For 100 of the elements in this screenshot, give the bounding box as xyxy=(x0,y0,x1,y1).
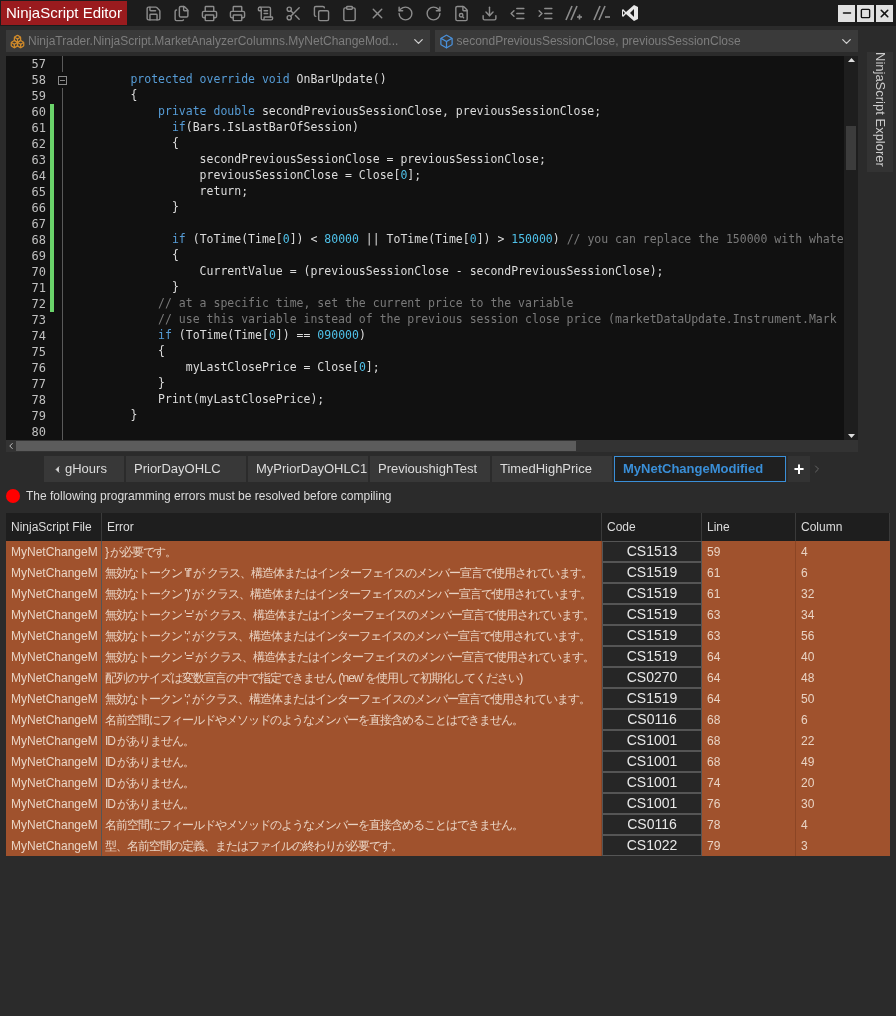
code-line: private double secondPreviousSessionClose, previousSessionClose; xyxy=(157,103,602,121)
collapse-toggle[interactable] xyxy=(57,75,67,85)
error-message: The following programming errors must be resolved before compiling xyxy=(26,488,392,505)
line-number: 79 xyxy=(30,408,46,425)
line-number: 76 xyxy=(30,360,46,377)
code-line: { xyxy=(170,135,179,153)
code-cell: CS1519 xyxy=(602,583,702,604)
line-number: 64 xyxy=(30,168,46,185)
vertical-scrollbar[interactable] xyxy=(844,56,858,440)
file-tab[interactable]: PriorDayOHLC xyxy=(126,456,246,482)
code-cell: CS1001 xyxy=(602,730,702,751)
code-cell: CS1519 xyxy=(602,646,702,667)
column-cell-text: 56 xyxy=(800,627,816,645)
scroll-left-icon[interactable] xyxy=(6,441,16,451)
column-cell-text: 50 xyxy=(800,690,816,708)
code-line: CurrentValue = (previousSessionClose - secondPreviousSessionClose); xyxy=(198,263,664,281)
line-number: 57 xyxy=(30,56,46,73)
scroll-down-icon[interactable] xyxy=(847,434,855,438)
close-button[interactable] xyxy=(876,4,893,22)
code-cell: CS1001 xyxy=(602,793,702,814)
line-number: 58 xyxy=(30,72,46,89)
maximize-icon xyxy=(860,7,871,19)
code-cell: CS0116 xyxy=(602,709,702,730)
line-number: 65 xyxy=(30,184,46,201)
code-line: } xyxy=(170,199,179,217)
code-line: // at a specific time, set the current price to the variable xyxy=(157,295,574,313)
code-line: protected override void OnBarUpdate() xyxy=(129,71,387,89)
column-cell-text: 20 xyxy=(800,774,816,792)
file-cell: MyNetChangeM xyxy=(6,835,102,856)
horizontal-scrollbar[interactable] xyxy=(6,440,858,452)
column-cell-text: 22 xyxy=(800,732,816,750)
line-number: 63 xyxy=(30,152,46,169)
file-tab[interactable]: PrevioushighTest xyxy=(370,456,490,482)
code-line: { xyxy=(129,87,138,105)
code-cell: CS0270 xyxy=(602,667,702,688)
column-cell-text: 4 xyxy=(800,543,809,561)
column-cell-text: 49 xyxy=(800,753,816,771)
line-number: 75 xyxy=(30,344,46,361)
line-number: 61 xyxy=(30,120,46,137)
maximize-button[interactable] xyxy=(857,4,874,22)
code-cell: CS1519 xyxy=(602,688,702,709)
column-cell-text: 6 xyxy=(800,564,809,582)
code-cell: CS1001 xyxy=(602,751,702,772)
code-line: { xyxy=(170,247,179,265)
field-icon xyxy=(438,33,454,49)
line-number: 70 xyxy=(30,264,46,281)
code-line: Print(myLastClosePrice); xyxy=(157,391,325,409)
column-cell-text: 32 xyxy=(800,585,816,603)
code-line: if (ToTime(Time[0]) < 80000 || ToTime(Time[0]) > 150000) // you can replace the 150000 with whate xyxy=(170,231,844,249)
line-cell: 79 xyxy=(702,835,796,856)
code-line: if (ToTime(Time[0]) == 090000) xyxy=(157,327,366,345)
class-icon xyxy=(10,33,25,49)
code-line: myLastClosePrice = Close[0]; xyxy=(184,359,380,377)
line-number: 77 xyxy=(30,376,46,393)
line-number: 72 xyxy=(30,296,46,313)
close-icon xyxy=(878,6,891,20)
line-number: 73 xyxy=(30,312,46,329)
line-number: 74 xyxy=(30,328,46,345)
line-number: 67 xyxy=(30,216,46,233)
column-cell-text: 30 xyxy=(800,795,816,813)
add-tab-button[interactable]: + xyxy=(788,456,810,482)
code-cell: CS1519 xyxy=(602,604,702,625)
scroll-up-icon[interactable] xyxy=(847,58,855,62)
code-cell: CS1001 xyxy=(602,772,702,793)
column-cell-text: 48 xyxy=(800,669,816,687)
line-number: 59 xyxy=(30,88,46,105)
code-line: // use this variable instead of the previous session close price (marketDataUpdate.Instrument.Mark xyxy=(157,311,837,329)
code-line: } xyxy=(170,279,179,297)
code-line: { xyxy=(157,343,165,361)
code-cell: CS0116 xyxy=(602,814,702,835)
scrollbar-thumb[interactable] xyxy=(846,126,856,170)
line-number: 69 xyxy=(30,248,46,265)
code-line: secondPreviousSessionClose = previousSessionClose; xyxy=(198,151,546,169)
code-line: previousSessionClose = Close[0]; xyxy=(198,167,422,185)
side-panel-tab[interactable]: NinjaScript Explorer xyxy=(867,52,893,172)
line-number: 68 xyxy=(30,232,46,249)
line-number: 62 xyxy=(30,136,46,153)
line-number: 71 xyxy=(30,280,46,297)
file-tab[interactable]: gHours xyxy=(44,456,124,482)
column-cell-text: 40 xyxy=(800,648,816,666)
line-number: 78 xyxy=(30,392,46,409)
line-number: 80 xyxy=(30,424,46,440)
code-cell: CS1519 xyxy=(602,562,702,583)
column-cell-text: 6 xyxy=(800,711,809,729)
code-line: return; xyxy=(198,183,249,201)
code-line: } xyxy=(129,407,138,425)
file-tab[interactable]: MyNetChangeModified xyxy=(614,456,786,482)
file-tab[interactable]: TimedHighPrice xyxy=(492,456,612,482)
code-line: } xyxy=(157,375,165,393)
line-number: 66 xyxy=(30,200,46,217)
code-cell: CS1513 xyxy=(602,541,702,562)
window-title: NinjaScript Editor xyxy=(1,1,127,25)
code-cell: CS1022 xyxy=(602,835,702,856)
minimize-button[interactable] xyxy=(838,4,855,22)
column-cell-text: 34 xyxy=(800,606,816,624)
column-cell-text: 3 xyxy=(800,837,809,855)
code-cell: CS1519 xyxy=(602,625,702,646)
line-number: 60 xyxy=(30,104,46,121)
file-tab[interactable]: MyPriorDayOHLC1 xyxy=(248,456,368,482)
column-cell-text: 4 xyxy=(800,816,809,834)
